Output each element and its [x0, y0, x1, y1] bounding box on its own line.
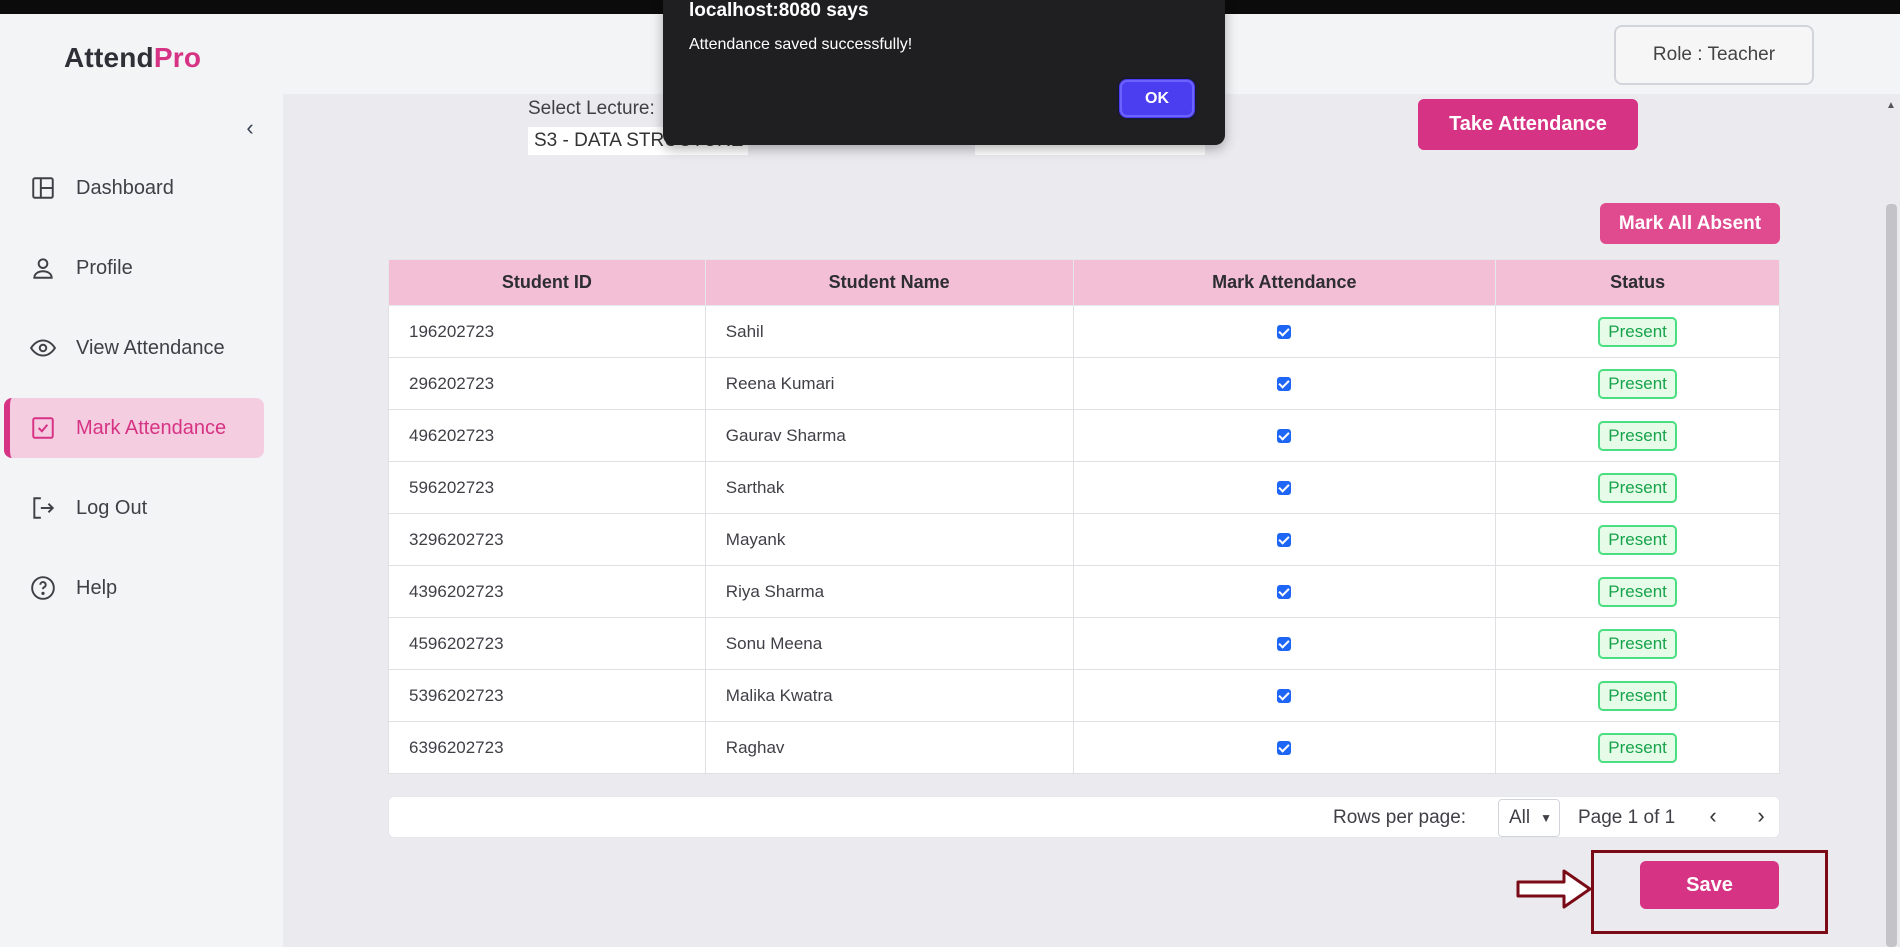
- attendance-checkbox[interactable]: [1277, 741, 1292, 756]
- chevron-down-icon: ▼: [1540, 811, 1553, 825]
- page-indicator: Page 1 of 1: [1578, 807, 1676, 828]
- column-header-student-id: Student ID: [388, 259, 706, 306]
- status-badge: Present: [1598, 576, 1677, 607]
- app-logo[interactable]: AttendPro: [64, 42, 201, 74]
- scroll-up-icon[interactable]: ▲: [1886, 100, 1896, 111]
- table-row: 3296202723 Mayank Present: [388, 513, 1780, 566]
- student-name-cell: Mayank: [704, 513, 1074, 566]
- check-square-icon: [30, 415, 56, 441]
- take-attendance-button[interactable]: Take Attendance: [1418, 99, 1638, 150]
- student-name-cell: Riya Sharma: [704, 565, 1074, 618]
- table-row: 5396202723 Malika Kwatra Present: [388, 669, 1780, 722]
- save-button[interactable]: Save: [1640, 861, 1779, 909]
- sidebar-item-view-attendance[interactable]: View Attendance: [4, 318, 264, 378]
- column-header-status: Status: [1495, 259, 1780, 306]
- sidebar-item-profile[interactable]: Profile: [4, 238, 264, 298]
- sidebar-item-log-out[interactable]: Log Out: [4, 478, 264, 538]
- dialog-message: Attendance saved successfully!: [689, 36, 913, 53]
- status-badge: Present: [1598, 368, 1677, 399]
- status-badge: Present: [1598, 524, 1677, 555]
- student-id-cell: 4596202723: [388, 617, 706, 670]
- attendance-checkbox[interactable]: [1277, 429, 1292, 444]
- sidebar-item-label: Dashboard: [76, 176, 174, 199]
- mark-all-absent-button[interactable]: Mark All Absent: [1600, 203, 1780, 244]
- student-id-cell: 4396202723: [388, 565, 706, 618]
- student-name-cell: Sonu Meena: [704, 617, 1074, 670]
- student-name-cell: Gaurav Sharma: [704, 409, 1074, 462]
- rows-per-page-value: All: [1509, 807, 1531, 828]
- attendance-checkbox[interactable]: [1277, 689, 1292, 704]
- attendance-checkbox[interactable]: [1277, 585, 1292, 600]
- previous-page-icon[interactable]: ‹: [1701, 803, 1725, 829]
- student-id-cell: 296202723: [388, 357, 706, 410]
- sidebar-item-label: Mark Attendance: [76, 416, 227, 439]
- dashboard-icon: [30, 175, 56, 201]
- table-row: 4396202723 Riya Sharma Present: [388, 565, 1780, 618]
- table-row: 196202723 Sahil Present: [388, 305, 1780, 358]
- help-icon: [30, 575, 56, 601]
- role-indicator[interactable]: Role : Teacher: [1614, 25, 1814, 85]
- lecture-label: Select Lecture:: [528, 98, 655, 119]
- status-badge: Present: [1598, 420, 1677, 451]
- dialog-title: localhost:8080 says: [689, 0, 869, 21]
- logo-text-pro: Pro: [153, 42, 202, 73]
- student-id-cell: 6396202723: [388, 721, 706, 774]
- rows-per-page-select[interactable]: All ▼: [1498, 799, 1560, 837]
- attendance-checkbox[interactable]: [1277, 637, 1292, 652]
- table-row: 6396202723 Raghav Present: [388, 721, 1780, 774]
- student-name-cell: Reena Kumari: [704, 357, 1074, 410]
- dialog-ok-button[interactable]: OK: [1117, 77, 1197, 120]
- collapse-sidebar-icon[interactable]: ‹: [238, 116, 262, 140]
- attendance-checkbox[interactable]: [1277, 533, 1292, 548]
- student-id-cell: 196202723: [388, 305, 706, 358]
- attendance-checkbox[interactable]: [1277, 377, 1292, 392]
- pointer-arrow-icon: [1516, 869, 1592, 909]
- alert-dialog: localhost:8080 says Attendance saved suc…: [663, 0, 1225, 145]
- sidebar-item-dashboard[interactable]: Dashboard: [4, 158, 264, 218]
- student-name-cell: Raghav: [704, 721, 1074, 774]
- student-name-cell: Sahil: [704, 305, 1074, 358]
- status-badge: Present: [1598, 680, 1677, 711]
- logout-icon: [30, 495, 56, 521]
- logo-text-attend: Attend: [64, 42, 154, 73]
- attendance-checkbox[interactable]: [1277, 481, 1292, 496]
- eye-icon: [30, 335, 56, 361]
- table-row: 296202723 Reena Kumari Present: [388, 357, 1780, 410]
- attendance-table: Student ID Student Name Mark Attendance …: [388, 259, 1780, 774]
- sidebar-item-label: Profile: [76, 256, 133, 279]
- status-badge: Present: [1598, 628, 1677, 659]
- attendance-checkbox[interactable]: [1277, 325, 1292, 340]
- sidebar: AttendPro ‹ Dashboard Profile View Atten…: [0, 14, 283, 947]
- sidebar-item-help[interactable]: Help: [4, 558, 264, 618]
- student-id-cell: 596202723: [388, 461, 706, 514]
- student-id-cell: 3296202723: [388, 513, 706, 566]
- sidebar-nav: Dashboard Profile View Attendance Mark A…: [4, 158, 264, 638]
- table-row: 496202723 Gaurav Sharma Present: [388, 409, 1780, 462]
- column-header-student-name: Student Name: [704, 259, 1074, 306]
- student-id-cell: 496202723: [388, 409, 706, 462]
- status-badge: Present: [1598, 316, 1677, 347]
- pagination-bar: Rows per page: All ▼ Page 1 of 1 ‹ ›: [388, 796, 1780, 838]
- next-page-icon[interactable]: ›: [1749, 803, 1773, 829]
- status-badge: Present: [1598, 472, 1677, 503]
- student-name-cell: Sarthak: [704, 461, 1074, 514]
- scrollbar-thumb[interactable]: [1886, 204, 1897, 947]
- column-header-mark-attendance: Mark Attendance: [1072, 259, 1497, 306]
- student-id-cell: 5396202723: [388, 669, 706, 722]
- user-icon: [30, 255, 56, 281]
- table-row: 4596202723 Sonu Meena Present: [388, 617, 1780, 670]
- table-row: 596202723 Sarthak Present: [388, 461, 1780, 514]
- rows-per-page-label: Rows per page:: [1333, 807, 1467, 828]
- sidebar-item-label: Help: [76, 576, 118, 599]
- status-badge: Present: [1598, 732, 1677, 763]
- student-name-cell: Malika Kwatra: [704, 669, 1074, 722]
- sidebar-item-label: View Attendance: [76, 336, 225, 359]
- sidebar-item-mark-attendance[interactable]: Mark Attendance: [4, 398, 264, 458]
- sidebar-item-label: Log Out: [76, 496, 148, 519]
